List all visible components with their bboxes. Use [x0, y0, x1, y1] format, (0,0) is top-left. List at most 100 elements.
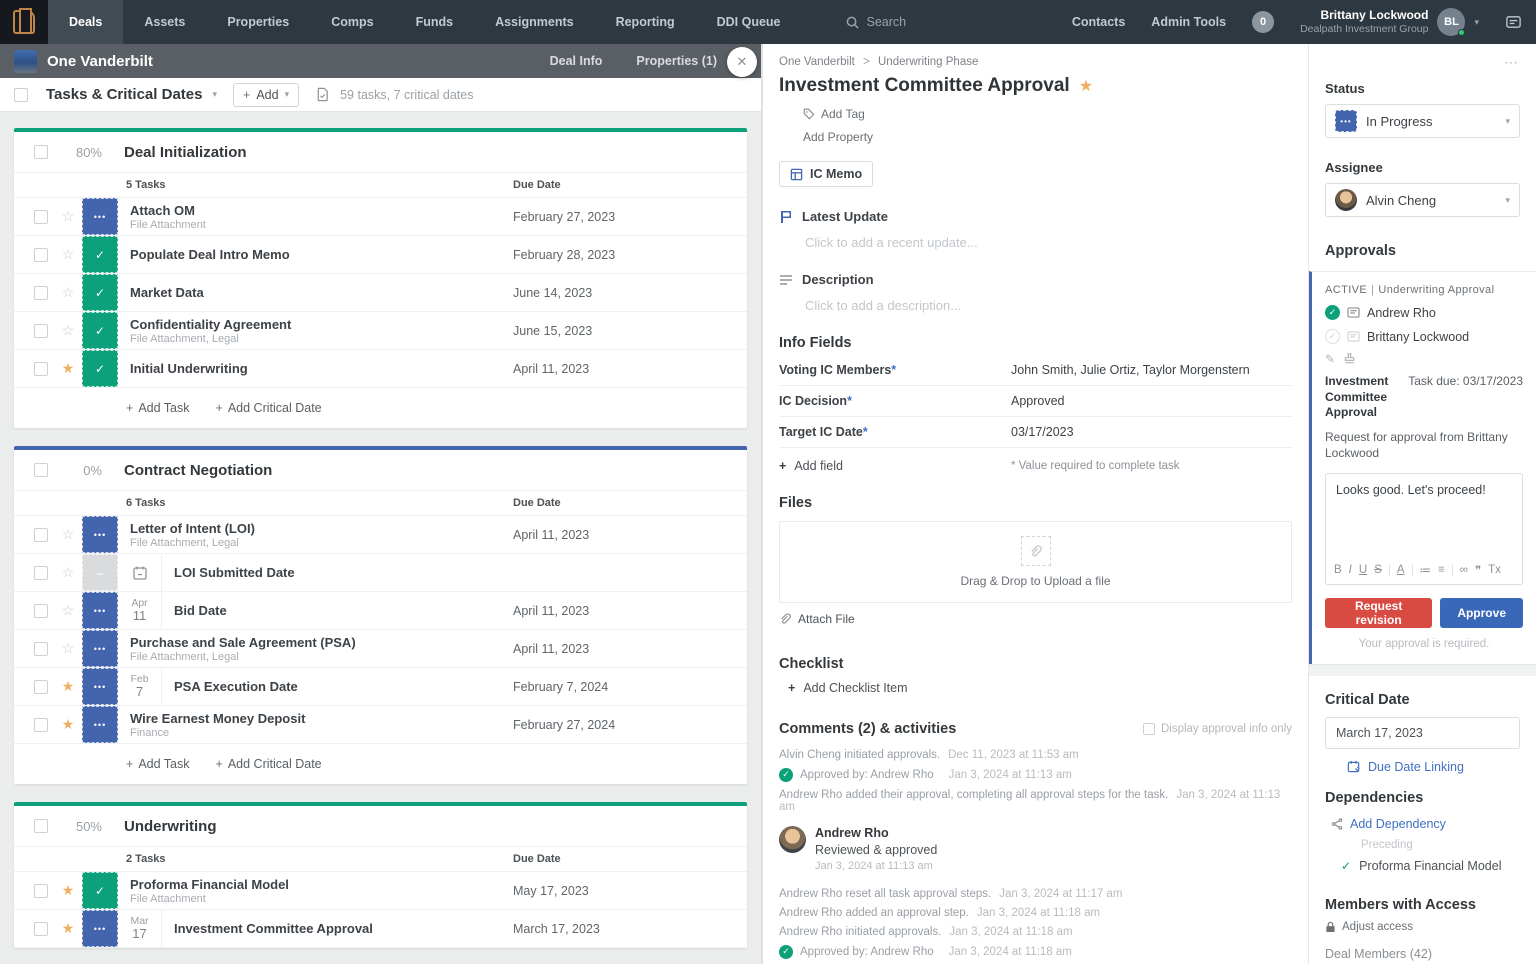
critical-date-input[interactable]: March 17, 2023	[1325, 717, 1520, 749]
add-dependency-button[interactable]: Add Dependency	[1331, 817, 1520, 831]
row-checkbox[interactable]	[34, 642, 48, 656]
status-block-progress[interactable]: •••	[82, 630, 118, 667]
ic-memo-button[interactable]: IC Memo	[779, 161, 873, 187]
task-report-icon[interactable]	[315, 87, 330, 102]
star-icon[interactable]: ★	[60, 920, 76, 937]
dependency-item[interactable]: ✓ Proforma Financial Model	[1341, 859, 1520, 873]
nav-tab-assignments[interactable]: Assignments	[474, 0, 595, 44]
task-row[interactable]: ★✓Proforma Financial ModelFile Attachmen…	[14, 872, 747, 910]
status-block-progress[interactable]: •••	[82, 706, 118, 743]
format-u-button[interactable]: U	[1359, 564, 1367, 576]
format-❞-button[interactable]: ❞	[1475, 563, 1481, 577]
breadcrumb-phase[interactable]: Underwriting Phase	[878, 56, 978, 68]
task-row[interactable]: ☆✓Confidentiality AgreementFile Attachme…	[14, 312, 747, 350]
chat-icon[interactable]	[1505, 14, 1522, 31]
section-checkbox[interactable]	[34, 145, 48, 159]
add-add-critical-date-button[interactable]: +Add Critical Date	[216, 757, 322, 771]
status-block-none[interactable]: –	[82, 554, 118, 591]
format-b-button[interactable]: B	[1334, 564, 1342, 576]
status-block-done[interactable]: ✓	[82, 312, 118, 349]
task-row[interactable]: ☆•••Purchase and Sale Agreement (PSA)Fil…	[14, 630, 747, 668]
status-block-progress[interactable]: •••	[82, 198, 118, 235]
add-checklist-item-button[interactable]: + Add Checklist Item	[788, 681, 1292, 695]
star-icon[interactable]: ★	[60, 716, 76, 733]
status-block-progress[interactable]: •••	[82, 910, 118, 947]
request-revision-button[interactable]: Request revision	[1325, 598, 1432, 628]
add-field-button[interactable]: + Add field	[779, 459, 1011, 473]
critical-date-row[interactable]: ★•••Feb7PSA Execution DateFebruary 7, 20…	[14, 668, 747, 706]
add-tag-button[interactable]: Add Tag	[803, 107, 1292, 121]
star-icon[interactable]: ☆	[60, 564, 76, 581]
nav-tab-comps[interactable]: Comps	[310, 0, 394, 44]
row-checkbox[interactable]	[34, 884, 48, 898]
critical-date-row[interactable]: ★•••Mar17Investment Committee ApprovalMa…	[14, 910, 747, 948]
deal-tab[interactable]: Properties (1)	[636, 54, 717, 68]
star-icon[interactable]: ☆	[60, 284, 76, 301]
format-≔-button[interactable]: ≔	[1420, 563, 1432, 577]
status-block-done[interactable]: ✓	[82, 236, 118, 273]
status-block-done[interactable]: ✓	[82, 350, 118, 387]
approval-filter[interactable]: Display approval info only	[1143, 723, 1292, 735]
status-block-progress[interactable]: •••	[82, 592, 118, 629]
star-icon[interactable]: ☆	[60, 526, 76, 543]
star-icon[interactable]: ★	[60, 678, 76, 695]
row-checkbox[interactable]	[34, 286, 48, 300]
dealpath-logo[interactable]	[0, 0, 48, 44]
star-icon[interactable]: ☆	[60, 602, 76, 619]
user-menu[interactable]: Brittany Lockwood Dealpath Investment Gr…	[1300, 8, 1479, 36]
status-block-done[interactable]: ✓	[82, 274, 118, 311]
attach-file-button[interactable]: Attach File	[779, 612, 1292, 626]
format-i-button[interactable]: I	[1349, 564, 1352, 576]
row-checkbox[interactable]	[34, 210, 48, 224]
chevron-down-icon[interactable]: ▾	[1474, 17, 1479, 28]
row-checkbox[interactable]	[34, 718, 48, 732]
add-property-button[interactable]: Add Property	[803, 130, 1292, 144]
star-icon[interactable]: ★	[60, 882, 76, 899]
add-add-critical-date-button[interactable]: +Add Critical Date	[216, 401, 322, 415]
nav-tab-reporting[interactable]: Reporting	[595, 0, 696, 44]
critical-date-row[interactable]: ☆•••Apr11Bid DateApril 11, 2023	[14, 592, 747, 630]
close-panel-button[interactable]: ✕	[727, 47, 757, 77]
add-add-task-button[interactable]: +Add Task	[126, 757, 190, 771]
status-select[interactable]: ••• In Progress ▾	[1325, 104, 1520, 138]
nav-tab-assets[interactable]: Assets	[123, 0, 206, 44]
status-block-progress[interactable]: •••	[82, 516, 118, 553]
add-add-task-button[interactable]: +Add Task	[126, 401, 190, 415]
row-checkbox[interactable]	[34, 566, 48, 580]
format-s-button[interactable]: S	[1374, 564, 1382, 576]
latest-update-placeholder[interactable]: Click to add a recent update...	[805, 235, 1292, 250]
description-placeholder[interactable]: Click to add a description...	[805, 298, 1292, 313]
task-row[interactable]: ☆✓Market DataJune 14, 2023	[14, 274, 747, 312]
star-icon[interactable]: ☆	[60, 208, 76, 225]
search-input[interactable]	[867, 15, 1017, 29]
notification-badge[interactable]: 0	[1252, 11, 1274, 33]
nav-tab-funds[interactable]: Funds	[395, 0, 475, 44]
task-row[interactable]: ☆✓Populate Deal Intro MemoFebruary 28, 2…	[14, 236, 747, 274]
nav-tab-properties[interactable]: Properties	[206, 0, 310, 44]
format-a-button[interactable]: A	[1397, 564, 1405, 576]
row-checkbox[interactable]	[34, 604, 48, 618]
section-checkbox[interactable]	[34, 463, 48, 477]
status-block-done[interactable]: ✓	[82, 872, 118, 909]
critical-date-row[interactable]: ☆–LOI Submitted Date	[14, 554, 747, 592]
select-all-checkbox[interactable]	[14, 88, 28, 102]
star-icon[interactable]: ☆	[60, 322, 76, 339]
info-field-value[interactable]: Approved	[1011, 394, 1065, 408]
task-row[interactable]: ☆•••Letter of Intent (LOI)File Attachmen…	[14, 516, 747, 554]
nav-tab-deals[interactable]: Deals	[48, 0, 123, 44]
row-checkbox[interactable]	[34, 362, 48, 376]
star-icon[interactable]: ☆	[60, 246, 76, 263]
row-checkbox[interactable]	[34, 922, 48, 936]
breadcrumb[interactable]: One Vanderbilt > Underwriting Phase	[779, 56, 1292, 68]
row-checkbox[interactable]	[34, 680, 48, 694]
format-∞-button[interactable]: ∞	[1460, 564, 1468, 576]
approval-comment-input[interactable]: Looks good. Let's proceed!	[1326, 474, 1522, 563]
global-search[interactable]	[846, 0, 1017, 44]
nav-contacts[interactable]: Contacts	[1072, 15, 1125, 29]
task-row[interactable]: ★✓Initial UnderwritingApril 11, 2023	[14, 350, 747, 388]
approval-filter-checkbox[interactable]	[1143, 723, 1155, 735]
star-icon[interactable]: ☆	[60, 640, 76, 657]
format-tx-button[interactable]: Tx	[1488, 564, 1501, 576]
sidebar-menu-icon[interactable]: ⋯	[1325, 54, 1520, 71]
add-button[interactable]: + Add ▾	[233, 83, 299, 107]
